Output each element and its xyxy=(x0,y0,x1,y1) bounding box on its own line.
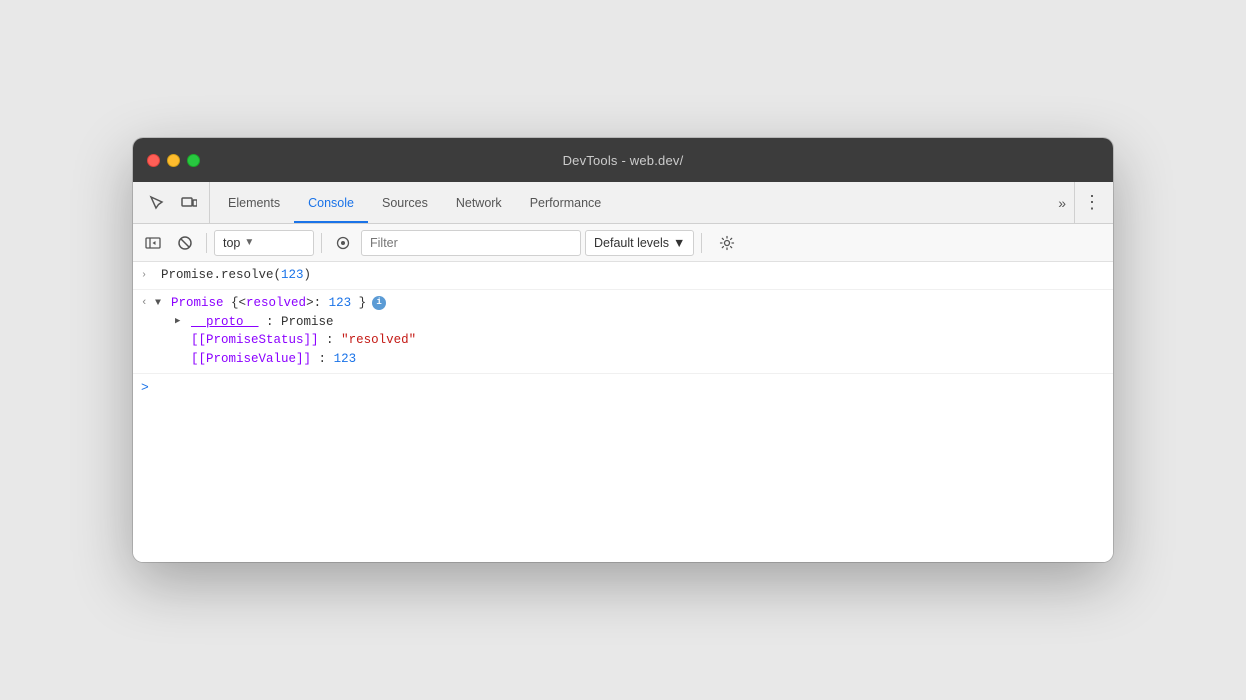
console-row-promise: ‹ ▼ Promise {<resolved>: 123 } i xyxy=(133,290,1113,374)
promise-status-row: [[PromiseStatus]] : "resolved" xyxy=(155,331,1105,350)
context-selector[interactable]: top ▼ xyxy=(214,230,314,256)
console-row-input: › Promise.resolve(123) xyxy=(133,262,1113,290)
promise-expand-arrow[interactable]: ▼ xyxy=(155,296,167,311)
toolbar-divider-2 xyxy=(321,233,322,253)
clear-console-icon[interactable] xyxy=(171,229,199,257)
cursor-prompt: > xyxy=(141,378,149,398)
tab-console[interactable]: Console xyxy=(294,182,368,223)
minimize-button[interactable] xyxy=(167,154,180,167)
inspect-icon[interactable] xyxy=(143,189,171,217)
sidebar-toggle-icon[interactable] xyxy=(139,229,167,257)
devtools-menu-button[interactable]: ⋮ xyxy=(1074,182,1109,223)
context-dropdown-arrow: ▼ xyxy=(244,237,254,248)
proto-expand-arrow[interactable]: ▶ xyxy=(175,315,187,329)
filter-input[interactable] xyxy=(370,236,572,250)
tab-network[interactable]: Network xyxy=(442,182,516,223)
filter-input-container[interactable] xyxy=(361,230,581,256)
console-cursor-row[interactable]: > xyxy=(133,374,1113,402)
log-level-arrow: ▼ xyxy=(673,236,685,250)
settings-icon[interactable] xyxy=(713,229,741,257)
more-tabs-button[interactable]: » xyxy=(1050,182,1074,223)
promise-status-key: [[PromiseStatus]] xyxy=(191,333,319,347)
tab-sources[interactable]: Sources xyxy=(368,182,442,223)
devtools-window: DevTools - web.dev/ Elements Console So xyxy=(133,138,1113,562)
console-input-text: Promise.resolve(123) xyxy=(161,268,311,282)
back-arrow: ‹ xyxy=(141,295,151,312)
promise-status-colon: : xyxy=(326,333,341,347)
promise-info-icon[interactable]: i xyxy=(372,296,386,310)
proto-key: __proto__ : Promise xyxy=(191,313,334,332)
traffic-lights xyxy=(147,154,200,167)
promise-line: ▼ Promise {<resolved>: 123 } i xyxy=(155,294,1105,313)
tab-bar-icons xyxy=(137,182,210,223)
row-content: Promise.resolve(123) xyxy=(161,266,1105,285)
promise-value-row: [[PromiseValue]] : 123 xyxy=(155,350,1105,369)
console-toolbar: top ▼ Default levels ▼ xyxy=(133,224,1113,262)
promise-label: Promise {<resolved>: 123 } xyxy=(171,294,366,313)
tab-bar: Elements Console Sources Network Perform… xyxy=(133,182,1113,224)
maximize-button[interactable] xyxy=(187,154,200,167)
promise-status-value: "resolved" xyxy=(341,333,416,347)
toolbar-divider-3 xyxy=(701,233,702,253)
promise-value-colon: : xyxy=(319,352,334,366)
window-title: DevTools - web.dev/ xyxy=(563,153,684,168)
live-expression-icon[interactable] xyxy=(329,229,357,257)
promise-value-value: 123 xyxy=(334,352,357,366)
device-toggle-icon[interactable] xyxy=(175,189,203,217)
toolbar-divider-1 xyxy=(206,233,207,253)
tab-elements[interactable]: Elements xyxy=(214,182,294,223)
console-content: › Promise.resolve(123) ‹ ▼ Promise {<res… xyxy=(133,262,1113,562)
proto-row: ▶ __proto__ : Promise xyxy=(155,313,1105,332)
promise-value-key: [[PromiseValue]] xyxy=(191,352,311,366)
row-expand-arrow[interactable]: › xyxy=(141,268,157,283)
promise-content: ▼ Promise {<resolved>: 123 } i ▶ xyxy=(155,294,1105,369)
close-button[interactable] xyxy=(147,154,160,167)
log-level-button[interactable]: Default levels ▼ xyxy=(585,230,694,256)
title-bar: DevTools - web.dev/ xyxy=(133,138,1113,182)
tab-performance[interactable]: Performance xyxy=(516,182,616,223)
